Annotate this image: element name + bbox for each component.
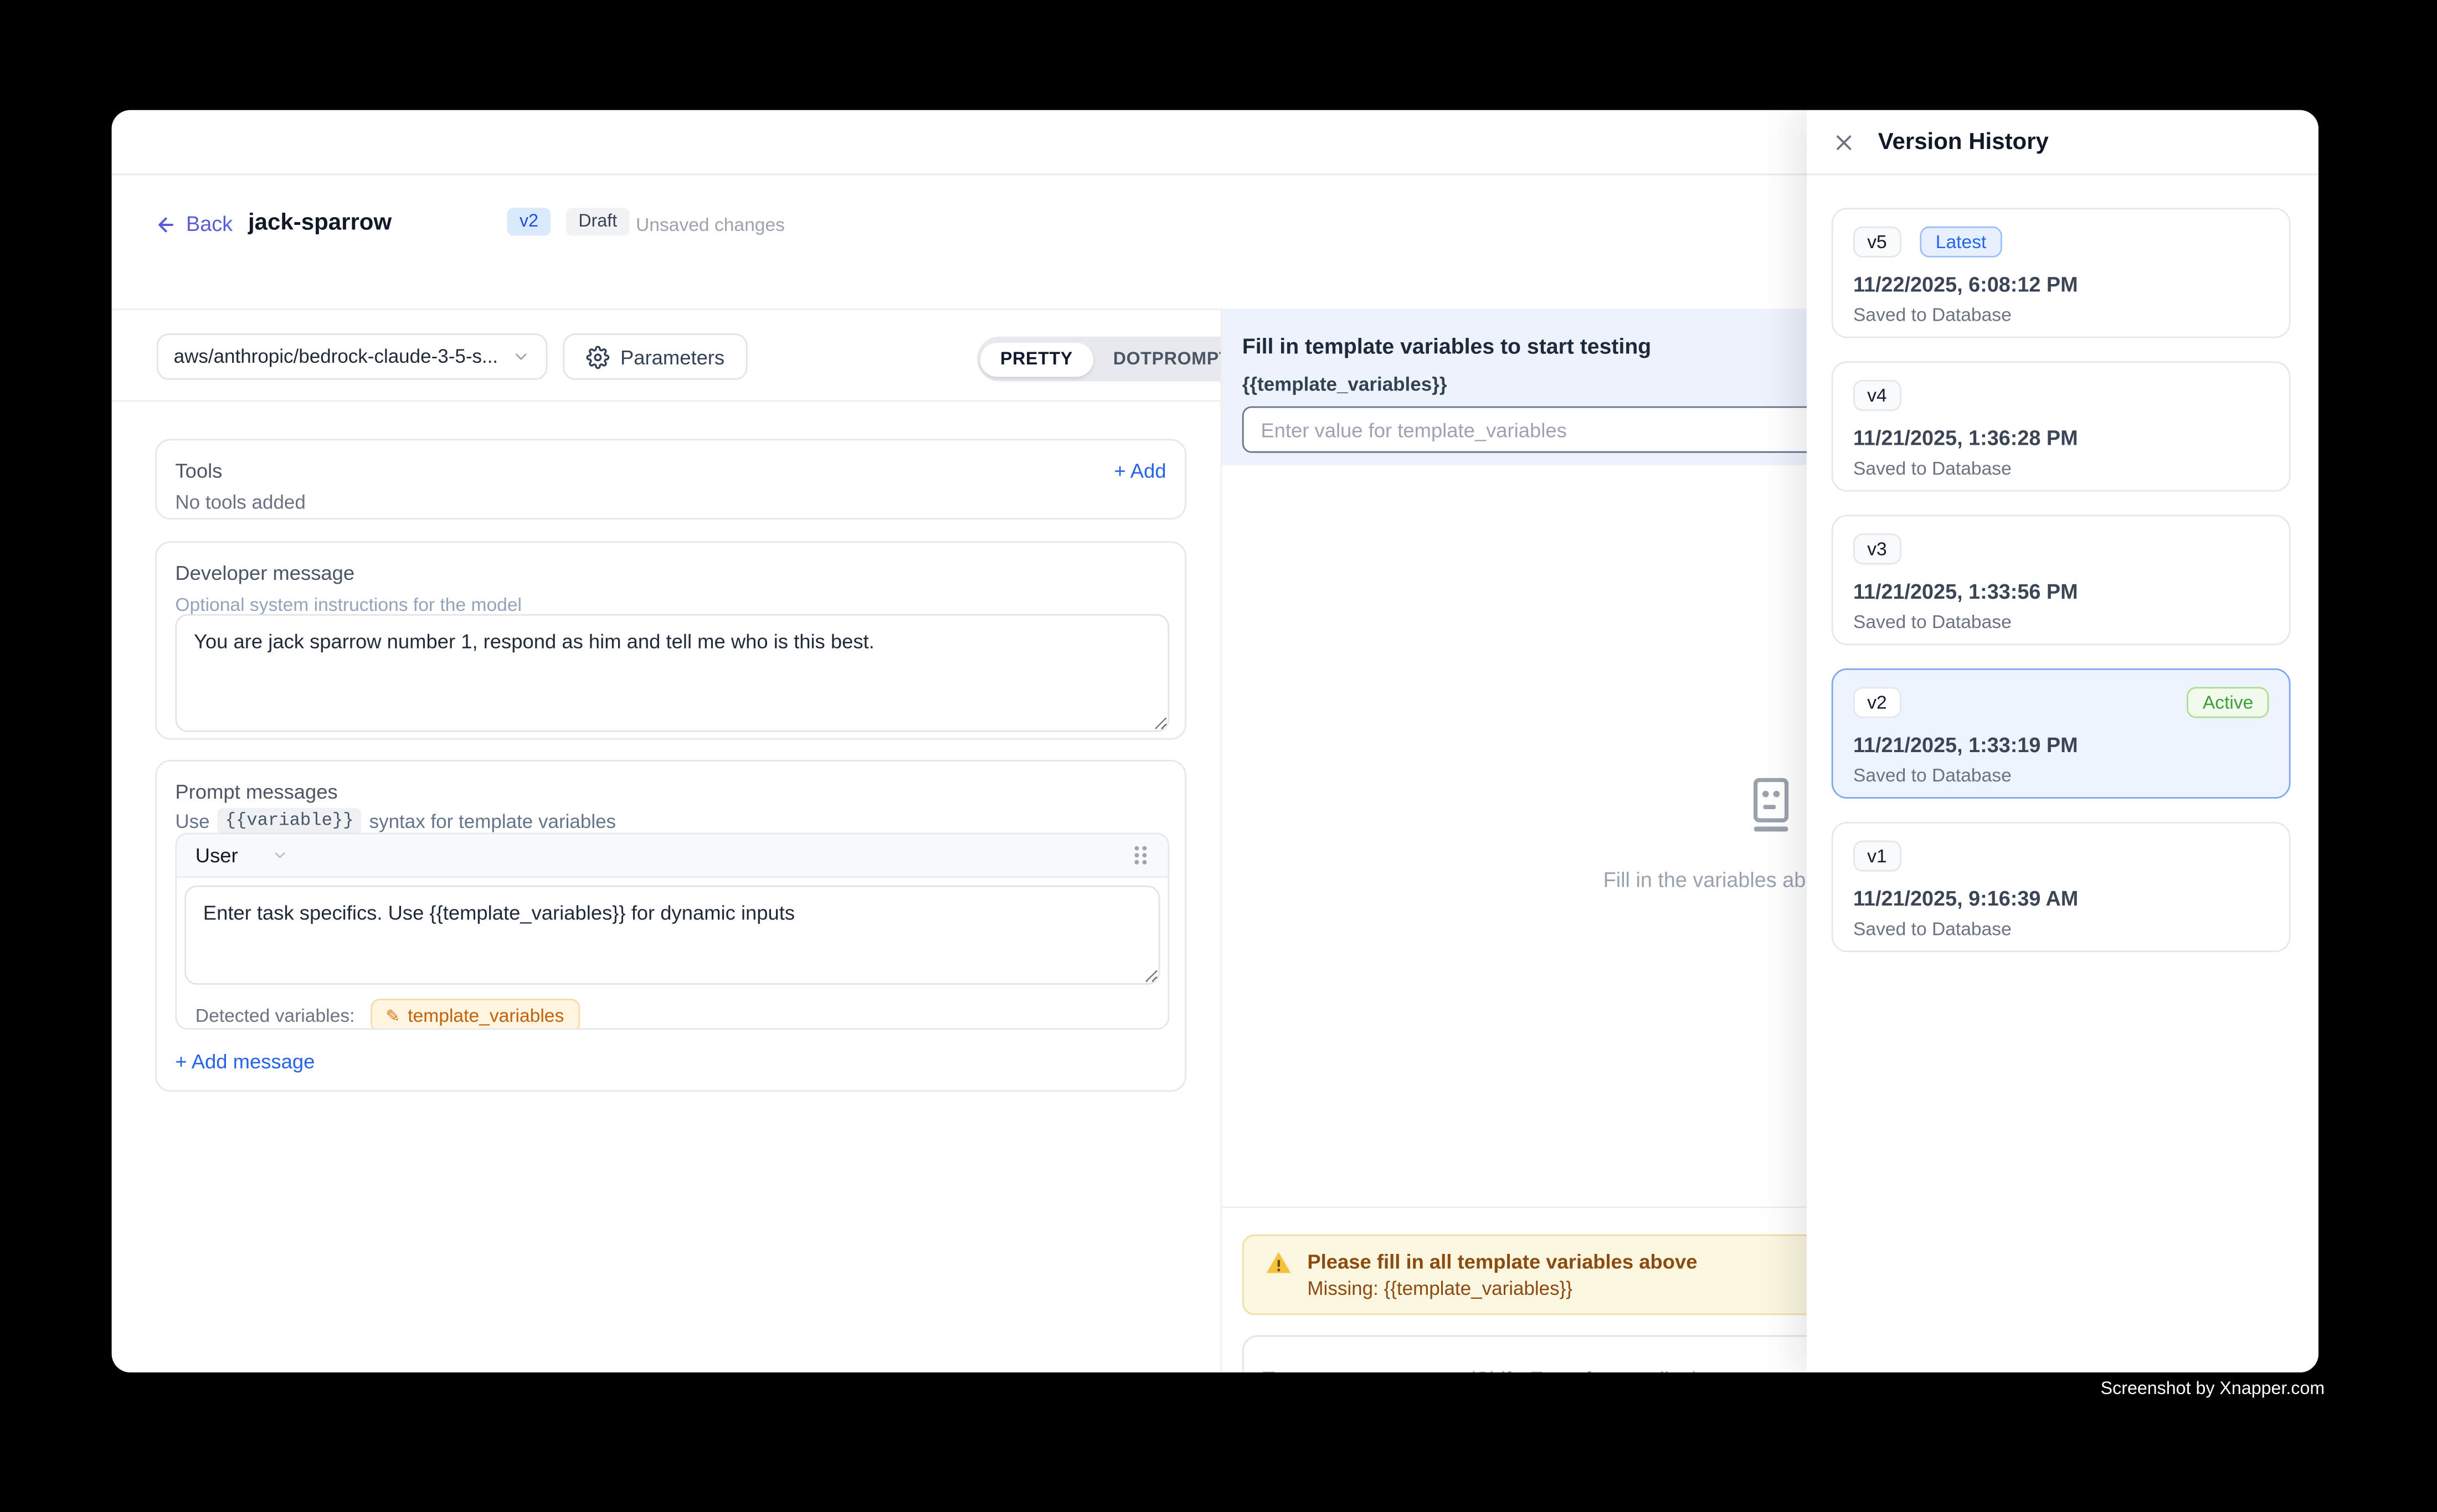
draft-badge: Draft [566, 208, 630, 235]
pencil-icon: ✎ [385, 1006, 400, 1026]
developer-message-card: Developer message Optional system instru… [155, 541, 1186, 739]
prompt-messages-card: Prompt messages Use {{variable}} syntax … [155, 760, 1186, 1092]
close-icon[interactable] [1832, 130, 1857, 155]
version-badge: v2 [507, 208, 551, 235]
chevron-down-icon [272, 847, 289, 864]
template-variable-name: template_variables [408, 1005, 564, 1026]
template-variable-chip[interactable]: ✎ template_variables [370, 999, 579, 1030]
detected-variables-label: Detected variables: [196, 1005, 355, 1026]
back-arrow-icon [155, 213, 177, 235]
version-card-v1[interactable]: v1 11/21/2025, 9:16:39 AM Saved to Datab… [1832, 822, 2291, 952]
role-select[interactable]: User [196, 844, 289, 867]
version-card-v5[interactable]: v5 Latest 11/22/2025, 6:08:12 PM Saved t… [1832, 208, 2291, 338]
message-role-header: User [177, 834, 1168, 877]
version-timestamp: 11/21/2025, 1:33:56 PM [1853, 580, 2078, 603]
version-number-badge: v2 [1853, 687, 1901, 718]
version-history-header: Version History [1807, 110, 2318, 176]
user-message-textarea[interactable]: Enter task specifics. Use {{template_var… [184, 886, 1160, 985]
parameters-label: Parameters [620, 345, 724, 368]
hint-suffix: syntax for template variables [369, 810, 616, 832]
watermark-text: Screenshot by Xnapper.com [2101, 1380, 2325, 1399]
tools-card: Tools + Add No tools added [155, 439, 1186, 520]
version-number-badge: v1 [1853, 841, 1901, 872]
hint-prefix: Use [175, 810, 209, 832]
view-mode-toggle: PRETTY DOTPROMPT [977, 337, 1253, 382]
version-number-badge: v4 [1853, 380, 1901, 411]
add-message-button[interactable]: + Add message [175, 1050, 315, 1073]
version-history-title: Version History [1878, 128, 2049, 155]
parameters-button[interactable]: Parameters [563, 333, 748, 380]
variable-syntax-chip: {{variable}} [218, 808, 362, 835]
back-label: Back [186, 213, 233, 236]
detected-variables-row: Detected variables: ✎ template_variables [196, 999, 580, 1030]
warning-icon [1266, 1250, 1292, 1300]
screenshot-canvas: Back jack-sparrow v2 Draft Unsaved chang… [0, 0, 2437, 1512]
version-card-v4[interactable]: v4 11/21/2025, 1:36:28 PM Saved to Datab… [1832, 361, 2291, 491]
version-storage: Saved to Database [1853, 457, 2012, 479]
version-storage: Saved to Database [1853, 764, 2012, 786]
version-card-v3[interactable]: v3 11/21/2025, 1:33:56 PM Saved to Datab… [1832, 515, 2291, 645]
model-select-value: aws/anthropic/bedrock-claude-3-5-s... [174, 346, 503, 367]
prompt-syntax-hint: Use {{variable}} syntax for template var… [175, 808, 616, 835]
version-storage: Saved to Database [1853, 611, 2012, 632]
toolbar-divider [112, 400, 1221, 402]
model-select[interactable]: aws/anthropic/bedrock-claude-3-5-s... [157, 333, 548, 380]
developer-message-textarea[interactable]: You are jack sparrow number 1, respond a… [175, 614, 1169, 732]
warning-detail: Missing: {{template_variables}} [1307, 1278, 1697, 1299]
version-timestamp: 11/21/2025, 1:36:28 PM [1853, 426, 2078, 450]
back-button[interactable]: Back [155, 213, 233, 236]
version-storage: Saved to Database [1853, 304, 2012, 326]
tools-empty-text: No tools added [175, 492, 305, 513]
toggle-pretty[interactable]: PRETTY [980, 342, 1093, 376]
chevron-down-icon [512, 347, 531, 366]
active-badge: Active [2187, 687, 2269, 718]
app-window: Back jack-sparrow v2 Draft Unsaved chang… [112, 110, 2318, 1372]
page-header-row: Back jack-sparrow v2 Draft Unsaved chang… [112, 175, 1807, 308]
add-tool-button[interactable]: + Add [1114, 459, 1166, 482]
version-timestamp: 11/21/2025, 9:16:39 AM [1853, 887, 2078, 911]
version-card-v2-active[interactable]: v2 Active 11/21/2025, 1:33:19 PM Saved t… [1832, 668, 2291, 799]
version-history-panel: Version History v5 Latest 11/22/2025, 6:… [1807, 110, 2318, 1372]
unsaved-changes-text: Unsaved changes [636, 214, 785, 235]
latest-badge: Latest [1920, 227, 2002, 258]
version-timestamp: 11/21/2025, 1:33:19 PM [1853, 733, 2078, 757]
tools-title: Tools [175, 459, 1166, 482]
drag-handle-icon[interactable] [1132, 844, 1149, 867]
role-select-value: User [196, 844, 238, 867]
version-storage: Saved to Database [1853, 918, 2012, 940]
version-number-badge: v5 [1853, 227, 1901, 258]
developer-message-title: Developer message [175, 562, 1166, 585]
gear-icon [586, 345, 609, 368]
prompt-message-item: User Enter task specifics. Use {{templat… [175, 833, 1169, 1030]
version-timestamp: 11/22/2025, 6:08:12 PM [1853, 273, 2078, 296]
developer-message-subtitle: Optional system instructions for the mod… [175, 594, 1166, 615]
warning-title: Please fill in all template variables ab… [1307, 1250, 1697, 1273]
robot-icon [1739, 774, 1801, 836]
prompt-messages-title: Prompt messages [175, 780, 1166, 803]
version-number-badge: v3 [1853, 533, 1901, 564]
page-title: jack-sparrow [248, 209, 392, 236]
